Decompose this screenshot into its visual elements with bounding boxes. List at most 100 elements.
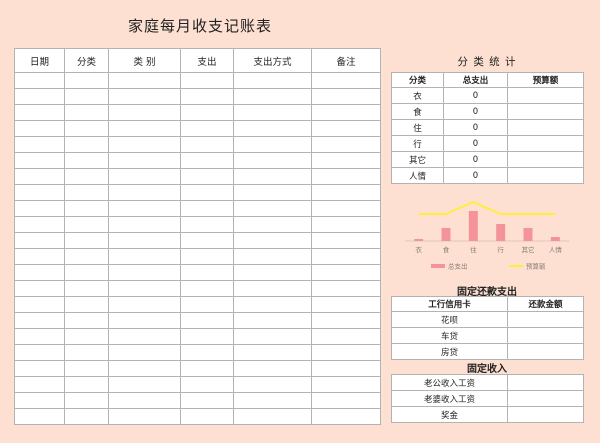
- ledger-cell[interactable]: [108, 168, 181, 185]
- ledger-cell[interactable]: [14, 120, 65, 137]
- stats-cell-total[interactable]: 0: [443, 167, 508, 184]
- ledger-cell[interactable]: [108, 184, 181, 201]
- ledger-cell[interactable]: [108, 72, 181, 89]
- income-cell-name[interactable]: 老婆收入工资: [391, 390, 508, 407]
- ledger-cell[interactable]: [180, 200, 234, 217]
- ledger-cell[interactable]: [64, 88, 109, 105]
- stats-cell-budget[interactable]: [507, 87, 584, 104]
- ledger-cell[interactable]: [180, 392, 234, 409]
- ledger-cell[interactable]: [108, 344, 181, 361]
- ledger-cell[interactable]: [311, 184, 381, 201]
- ledger-cell[interactable]: [14, 328, 65, 345]
- ledger-cell[interactable]: [311, 152, 381, 169]
- ledger-cell[interactable]: [64, 72, 109, 89]
- income-cell-amount[interactable]: [507, 374, 584, 391]
- ledger-cell[interactable]: [180, 136, 234, 153]
- ledger-cell[interactable]: [311, 312, 381, 329]
- ledger-cell[interactable]: [233, 408, 312, 425]
- ledger-cell[interactable]: [233, 392, 312, 409]
- ledger-cell[interactable]: [311, 136, 381, 153]
- ledger-cell[interactable]: [14, 200, 65, 217]
- ledger-cell[interactable]: [64, 312, 109, 329]
- ledger-cell[interactable]: [64, 408, 109, 425]
- ledger-cell[interactable]: [108, 136, 181, 153]
- ledger-cell[interactable]: [108, 120, 181, 137]
- ledger-cell[interactable]: [180, 296, 234, 313]
- ledger-cell[interactable]: [180, 280, 234, 297]
- ledger-cell[interactable]: [14, 344, 65, 361]
- ledger-cell[interactable]: [311, 360, 381, 377]
- ledger-cell[interactable]: [311, 88, 381, 105]
- ledger-cell[interactable]: [233, 328, 312, 345]
- ledger-cell[interactable]: [14, 392, 65, 409]
- ledger-cell[interactable]: [180, 184, 234, 201]
- stats-cell-category[interactable]: 衣: [391, 87, 444, 104]
- income-cell-amount[interactable]: [507, 406, 584, 423]
- ledger-cell[interactable]: [311, 344, 381, 361]
- ledger-cell[interactable]: [180, 360, 234, 377]
- repay-cell-name[interactable]: 花呗: [391, 311, 508, 328]
- ledger-cell[interactable]: [180, 152, 234, 169]
- ledger-cell[interactable]: [311, 216, 381, 233]
- ledger-cell[interactable]: [64, 376, 109, 393]
- ledger-cell[interactable]: [233, 232, 312, 249]
- income-cell-amount[interactable]: [507, 390, 584, 407]
- stats-cell-total[interactable]: 0: [443, 135, 508, 152]
- stats-cell-total[interactable]: 0: [443, 103, 508, 120]
- stats-cell-budget[interactable]: [507, 119, 584, 136]
- ledger-cell[interactable]: [233, 312, 312, 329]
- ledger-cell[interactable]: [311, 280, 381, 297]
- ledger-cell[interactable]: [233, 296, 312, 313]
- ledger-cell[interactable]: [64, 120, 109, 137]
- ledger-cell[interactable]: [64, 216, 109, 233]
- ledger-cell[interactable]: [14, 376, 65, 393]
- ledger-cell[interactable]: [233, 360, 312, 377]
- ledger-cell[interactable]: [14, 216, 65, 233]
- ledger-cell[interactable]: [233, 264, 312, 281]
- ledger-cell[interactable]: [180, 376, 234, 393]
- ledger-cell[interactable]: [180, 104, 234, 121]
- stats-cell-category[interactable]: 食: [391, 103, 444, 120]
- ledger-cell[interactable]: [233, 168, 312, 185]
- ledger-cell[interactable]: [311, 104, 381, 121]
- stats-cell-budget[interactable]: [507, 151, 584, 168]
- stats-cell-category[interactable]: 人情: [391, 167, 444, 184]
- stats-cell-total[interactable]: 0: [443, 87, 508, 104]
- ledger-cell[interactable]: [233, 376, 312, 393]
- ledger-cell[interactable]: [108, 88, 181, 105]
- ledger-cell[interactable]: [14, 264, 65, 281]
- ledger-cell[interactable]: [108, 408, 181, 425]
- ledger-cell[interactable]: [64, 232, 109, 249]
- repay-cell-amount[interactable]: [507, 327, 584, 344]
- ledger-cell[interactable]: [233, 120, 312, 137]
- income-cell-name[interactable]: 老公收入工资: [391, 374, 508, 391]
- ledger-cell[interactable]: [108, 280, 181, 297]
- stats-cell-total[interactable]: 0: [443, 151, 508, 168]
- ledger-cell[interactable]: [64, 136, 109, 153]
- ledger-cell[interactable]: [14, 296, 65, 313]
- repay-cell-name[interactable]: 车贷: [391, 327, 508, 344]
- ledger-cell[interactable]: [233, 152, 312, 169]
- stats-cell-total[interactable]: 0: [443, 119, 508, 136]
- ledger-cell[interactable]: [108, 296, 181, 313]
- ledger-cell[interactable]: [233, 280, 312, 297]
- ledger-cell[interactable]: [311, 200, 381, 217]
- ledger-cell[interactable]: [14, 72, 65, 89]
- ledger-cell[interactable]: [14, 152, 65, 169]
- ledger-cell[interactable]: [64, 344, 109, 361]
- ledger-cell[interactable]: [311, 264, 381, 281]
- ledger-cell[interactable]: [180, 264, 234, 281]
- ledger-cell[interactable]: [14, 136, 65, 153]
- ledger-cell[interactable]: [233, 72, 312, 89]
- ledger-cell[interactable]: [311, 376, 381, 393]
- repay-cell-amount[interactable]: [507, 311, 584, 328]
- ledger-cell[interactable]: [64, 264, 109, 281]
- ledger-cell[interactable]: [64, 392, 109, 409]
- ledger-cell[interactable]: [233, 216, 312, 233]
- ledger-cell[interactable]: [64, 360, 109, 377]
- ledger-cell[interactable]: [311, 392, 381, 409]
- repay-cell-amount[interactable]: [507, 343, 584, 360]
- ledger-cell[interactable]: [233, 344, 312, 361]
- stats-cell-category[interactable]: 行: [391, 135, 444, 152]
- stats-cell-budget[interactable]: [507, 103, 584, 120]
